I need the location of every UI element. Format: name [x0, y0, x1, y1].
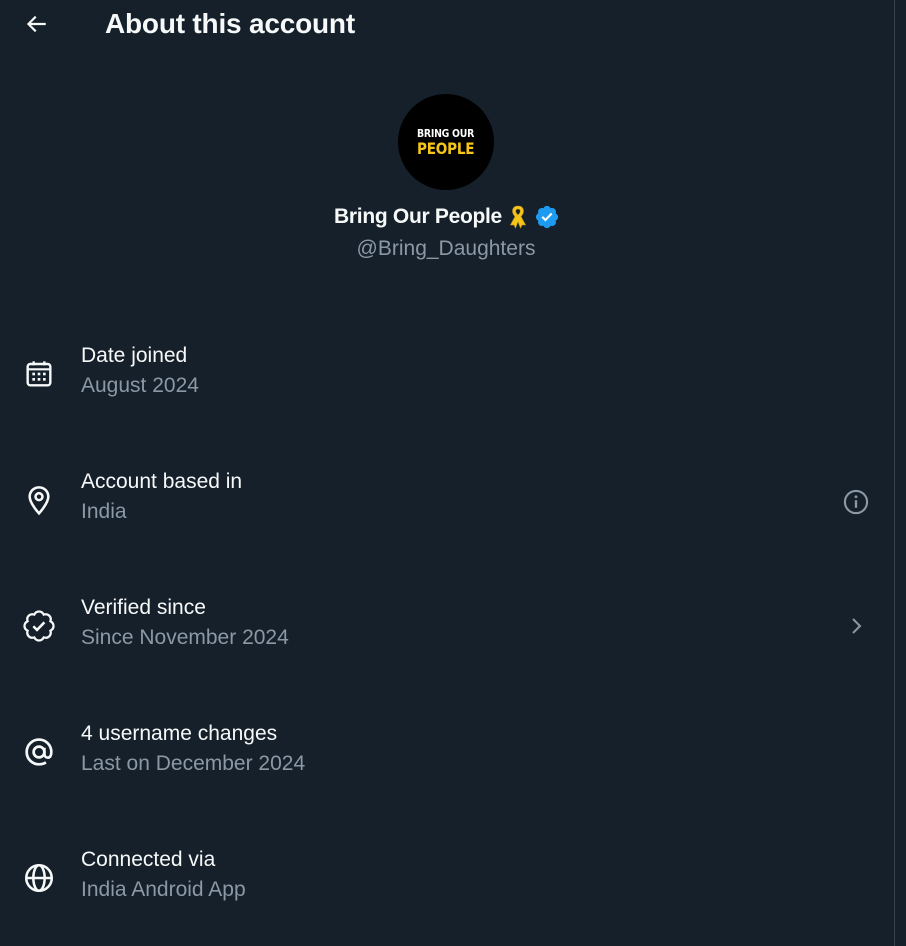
- arrow-left-icon: [26, 15, 46, 33]
- row-label: 4 username changes: [81, 722, 278, 745]
- avatar[interactable]: BRING OUR PEOPLE: [398, 94, 494, 190]
- verified-outline-icon: [21, 608, 57, 644]
- row-value: India: [81, 500, 127, 523]
- row-value: August 2024: [81, 374, 199, 397]
- at-sign-icon: [21, 734, 57, 770]
- about-account-page: About this account BRING OUR PEOPLE Brin…: [0, 0, 906, 946]
- column-divider: [894, 0, 895, 946]
- location-pin-icon: [21, 482, 57, 518]
- chevron-right-icon: [852, 618, 862, 634]
- chevron-right-button[interactable]: [838, 608, 874, 644]
- row-value: Since November 2024: [81, 626, 289, 649]
- calendar-icon: [21, 356, 57, 392]
- display-name-row: Bring Our People: [0, 202, 894, 232]
- info-row-date-joined: Date joined August 2024: [0, 342, 894, 422]
- back-button[interactable]: [18, 6, 54, 42]
- info-row-connected-via: Connected via India Android App: [0, 846, 894, 926]
- row-label: Connected via: [81, 848, 216, 871]
- info-row-username-changes: 4 username changes Last on December 2024: [0, 720, 894, 800]
- info-row-verified-since[interactable]: Verified since Since November 2024: [0, 594, 894, 674]
- globe-icon: [21, 860, 57, 896]
- info-button[interactable]: [838, 484, 874, 520]
- row-label: Date joined: [81, 344, 188, 367]
- yellow-ribbon-icon: [509, 205, 526, 229]
- info-row-account-based-in: Account based in India: [0, 468, 894, 548]
- display-name: Bring Our People: [334, 205, 502, 228]
- page-header: About this account: [0, 0, 894, 52]
- info-icon: [843, 489, 869, 515]
- avatar-text-bottom: PEOPLE: [417, 138, 475, 158]
- row-label: Account based in: [81, 470, 243, 493]
- page-title: About this account: [105, 8, 355, 39]
- row-value: Last on December 2024: [81, 752, 306, 775]
- row-label: Verified since: [81, 596, 206, 619]
- verified-badge-icon[interactable]: [534, 204, 560, 230]
- row-value: India Android App: [81, 878, 246, 901]
- user-handle: @Bring_Daughters: [356, 237, 536, 260]
